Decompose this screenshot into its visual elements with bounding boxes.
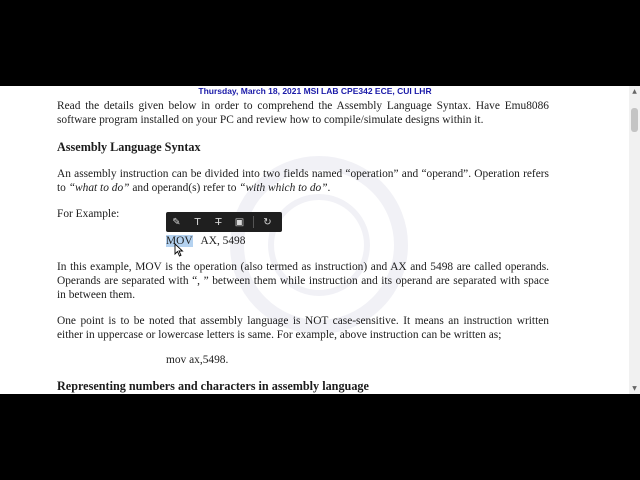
- operands-explanation-paragraph: In this example, MOV is the operation (a…: [57, 261, 549, 302]
- para1-text-b: and operand(s) refer to: [129, 182, 240, 195]
- lowercase-example: mov ax,5498.: [166, 354, 229, 366]
- operation-operand-paragraph: An assembly instruction can be divided i…: [57, 167, 549, 195]
- example-operands: AX, 5498: [200, 235, 246, 247]
- pen-icon[interactable]: ✎: [166, 212, 187, 232]
- scroll-up-icon[interactable]: ▲: [629, 88, 640, 95]
- document-viewport[interactable]: Thursday, March 18, 2021 MSI LAB CPE342 …: [0, 86, 640, 394]
- more-options-icon[interactable]: ↻: [257, 212, 278, 232]
- example-label: For Example:: [57, 208, 120, 220]
- annotation-toolbar: ✎ T T̶ ▣ ↻: [166, 212, 282, 232]
- para1-emphasis-with: “with which to do”: [239, 182, 328, 195]
- vertical-scrollbar[interactable]: ▲ ▼: [629, 86, 640, 394]
- para1-text-c: .: [327, 182, 331, 195]
- para1-emphasis-what: “what to do”: [68, 182, 130, 195]
- case-sensitivity-paragraph: One point is to be noted that assembly l…: [57, 315, 549, 342]
- toolbar-divider: [253, 216, 254, 228]
- text-icon[interactable]: T: [187, 212, 208, 232]
- section-heading-representing-numbers: Representing numbers and characters in a…: [57, 379, 369, 393]
- scroll-down-icon[interactable]: ▼: [629, 385, 640, 392]
- section-heading-syntax: Assembly Language Syntax: [57, 140, 201, 154]
- page-header: Thursday, March 18, 2021 MSI LAB CPE342 …: [198, 86, 432, 96]
- scroll-thumb[interactable]: [631, 108, 638, 132]
- strikethrough-text-icon[interactable]: T̶: [208, 212, 229, 232]
- highlight-icon[interactable]: ▣: [229, 212, 250, 232]
- intro-paragraph: Read the details given below in order to…: [57, 100, 549, 127]
- mouse-cursor-icon: [174, 243, 184, 257]
